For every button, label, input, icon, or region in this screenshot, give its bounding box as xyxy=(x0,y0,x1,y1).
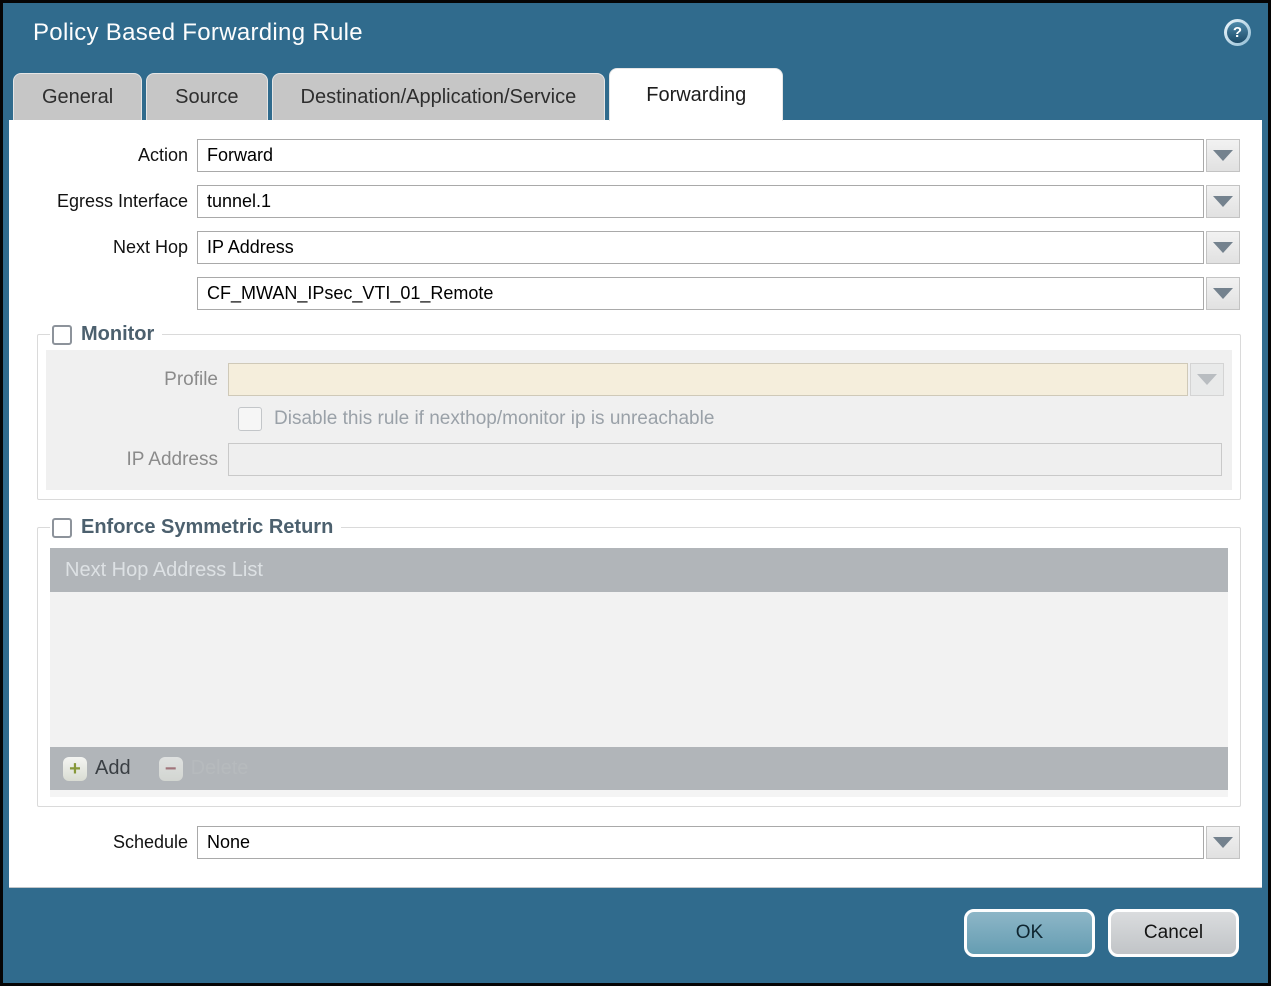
monitor-legend: Monitor xyxy=(50,323,162,346)
help-icon-glyph: ? xyxy=(1227,22,1248,43)
plus-icon: + xyxy=(63,756,87,781)
monitor-legend-label: Monitor xyxy=(81,323,155,345)
next-hop-type-input[interactable] xyxy=(197,231,1204,264)
enforce-symmetric-return-group: Enforce Symmetric Return Next Hop Addres… xyxy=(37,516,1241,807)
disable-rule-checkbox xyxy=(238,407,262,431)
disable-rule-checkbox-label: Disable this rule if nexthop/monitor ip … xyxy=(274,408,715,429)
next-hop-label: Next Hop xyxy=(112,237,188,257)
schedule-input[interactable] xyxy=(197,826,1204,859)
tab-forwarding[interactable]: Forwarding xyxy=(609,68,784,121)
chevron-down-icon xyxy=(1213,150,1233,161)
chevron-down-icon xyxy=(1213,288,1233,299)
monitor-ip-address-row: IP Address xyxy=(46,443,1224,476)
add-button-label: Add xyxy=(95,757,131,779)
chevron-down-icon xyxy=(1213,242,1233,253)
next-hop-dropdown-button[interactable] xyxy=(1206,231,1240,264)
monitor-ip-address-label: IP Address xyxy=(126,448,218,470)
chevron-down-icon xyxy=(1213,196,1233,207)
action-dropdown-button[interactable] xyxy=(1206,139,1240,172)
action-row: Action xyxy=(9,139,1240,172)
schedule-row: Schedule xyxy=(9,826,1240,859)
profile-label: Profile xyxy=(164,368,218,390)
cancel-button[interactable]: Cancel xyxy=(1108,909,1239,957)
policy-based-forwarding-rule-dialog: Policy Based Forwarding Rule ? General S… xyxy=(0,0,1271,986)
next-hop-address-row xyxy=(9,277,1240,310)
monitor-checkbox[interactable] xyxy=(52,324,72,345)
dialog-title: Policy Based Forwarding Rule xyxy=(33,19,363,46)
enforce-symmetric-return-legend: Enforce Symmetric Return xyxy=(50,516,341,539)
delete-button-label: Delete xyxy=(190,757,249,779)
tab-bar: General Source Destination/Application/S… xyxy=(3,63,1268,121)
monitor-panel: Profile Disable this rule if nexthop/mon… xyxy=(46,350,1232,490)
tab-source[interactable]: Source xyxy=(146,73,268,120)
table-bottom-strip xyxy=(50,790,1228,797)
tab-destination-application-service[interactable]: Destination/Application/Service xyxy=(271,73,606,120)
next-hop-address-input[interactable] xyxy=(197,277,1204,310)
next-hop-address-list-table: Next Hop Address List + Add − Delete xyxy=(50,548,1228,797)
ok-button[interactable]: OK xyxy=(964,909,1095,957)
chevron-down-icon xyxy=(1197,374,1217,385)
schedule-dropdown-button[interactable] xyxy=(1206,826,1240,859)
next-hop-address-list-toolbar: + Add − Delete xyxy=(50,747,1228,790)
dialog-titlebar: Policy Based Forwarding Rule xyxy=(3,3,1268,63)
help-icon[interactable]: ? xyxy=(1224,19,1251,46)
next-hop-address-dropdown-button[interactable] xyxy=(1206,277,1240,310)
chevron-down-icon xyxy=(1213,837,1233,848)
enforce-symmetric-return-legend-label: Enforce Symmetric Return xyxy=(81,516,334,538)
action-label: Action xyxy=(137,145,188,165)
monitor-group: Monitor Profile Disable this rule if nex… xyxy=(37,323,1241,500)
minus-icon: − xyxy=(158,756,183,781)
egress-interface-dropdown-button[interactable] xyxy=(1206,185,1240,218)
disable-rule-checkbox-row: Disable this rule if nexthop/monitor ip … xyxy=(238,407,1232,431)
egress-interface-row: Egress Interface xyxy=(9,185,1240,218)
next-hop-address-list-header-label: Next Hop Address List xyxy=(65,558,263,581)
action-input[interactable] xyxy=(197,139,1204,172)
profile-input xyxy=(228,363,1188,396)
add-button[interactable]: + Add xyxy=(63,756,131,781)
schedule-label: Schedule xyxy=(112,832,188,852)
enforce-symmetric-return-checkbox[interactable] xyxy=(52,517,72,538)
profile-dropdown-button xyxy=(1190,363,1224,396)
delete-button: − Delete xyxy=(158,756,249,781)
next-hop-row: Next Hop xyxy=(9,231,1240,264)
dialog-footer: OK Cancel xyxy=(3,883,1268,983)
next-hop-address-list-header: Next Hop Address List xyxy=(50,548,1228,592)
egress-interface-label: Egress Interface xyxy=(56,191,188,211)
egress-interface-input[interactable] xyxy=(197,185,1204,218)
tab-general[interactable]: General xyxy=(13,73,143,120)
monitor-ip-address-input xyxy=(228,443,1222,476)
next-hop-address-list-body[interactable] xyxy=(50,592,1228,747)
tab-content-forwarding: Action Egress Interface Next Hop xyxy=(9,120,1262,888)
profile-row: Profile xyxy=(46,363,1224,396)
